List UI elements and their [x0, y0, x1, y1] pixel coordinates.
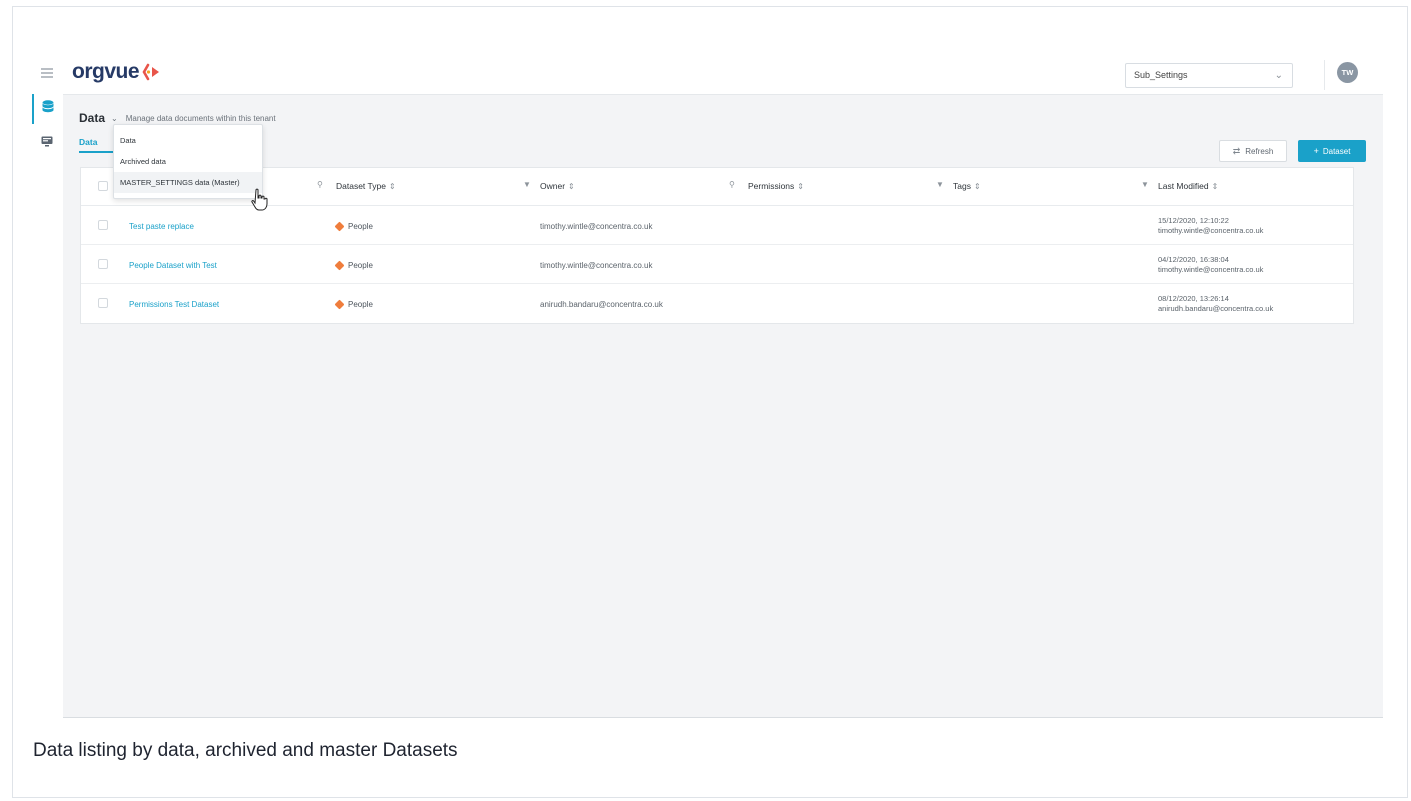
- table-header: ⚲ Dataset Type ⇕ ▼ Owner ⇕ ⚲ Permissions ⇕ …: [81, 168, 1353, 206]
- add-dataset-button[interactable]: + Dataset: [1298, 140, 1366, 162]
- modified-by: timothy.wintle@concentra.co.uk: [1158, 226, 1264, 235]
- left-rail: [32, 94, 62, 719]
- database-icon: [42, 100, 54, 118]
- header-dataset-type[interactable]: Dataset Type ⇕: [336, 181, 396, 191]
- add-dataset-label: Dataset: [1322, 146, 1351, 156]
- tenant-select-value: Sub_Settings: [1134, 70, 1188, 80]
- owner-cell: timothy.wintle@concentra.co.uk: [540, 222, 653, 231]
- chevron-down-icon[interactable]: ⌄: [111, 114, 118, 123]
- dataset-type-cell: People: [334, 260, 373, 271]
- dataset-type-label: People: [348, 261, 373, 270]
- owner-cell: timothy.wintle@concentra.co.uk: [540, 261, 653, 270]
- modified-date: 08/12/2020, 13:26:14: [1158, 294, 1229, 303]
- logo-mark-icon: [142, 63, 162, 81]
- header-last-modified[interactable]: Last Modified ⇕: [1158, 181, 1218, 191]
- filter-icon[interactable]: ▼: [523, 180, 531, 189]
- logo-text: orgvue: [72, 60, 140, 83]
- sort-icon: ⇕: [568, 181, 575, 191]
- dataset-type-cell: People: [334, 221, 373, 232]
- chevron-down-icon: ⌄: [1274, 70, 1283, 81]
- dropdown-item-archived-data[interactable]: Archived data: [114, 151, 262, 172]
- hand-pointer-icon: [250, 188, 268, 217]
- filter-icon[interactable]: ▼: [936, 180, 944, 189]
- tenant-select[interactable]: Sub_Settings ⌄: [1125, 63, 1293, 88]
- header-last-modified-label: Last Modified: [1158, 181, 1209, 191]
- rail-item-dashboards[interactable]: [32, 128, 62, 158]
- table-row[interactable]: Permissions Test Dataset People anirudh.…: [81, 284, 1353, 323]
- user-avatar[interactable]: TW: [1337, 62, 1358, 83]
- people-type-icon: [334, 299, 345, 310]
- row-checkbox[interactable]: [98, 259, 108, 269]
- modified-date: 15/12/2020, 12:10:22: [1158, 216, 1229, 225]
- dataset-name-link[interactable]: Permissions Test Dataset: [129, 300, 219, 309]
- dropdown-item-data[interactable]: Data: [114, 130, 262, 151]
- filter-icon[interactable]: ▼: [1141, 180, 1149, 189]
- refresh-button[interactable]: ⇄ Refresh: [1219, 140, 1287, 162]
- dataset-type-label: People: [348, 222, 373, 231]
- header-owner-label: Owner: [540, 181, 566, 191]
- search-icon[interactable]: ⚲: [317, 180, 323, 189]
- select-all-checkbox[interactable]: [98, 181, 108, 191]
- header-tags[interactable]: Tags ⇕: [953, 181, 981, 191]
- orgvue-logo[interactable]: orgvue: [72, 60, 162, 84]
- page-title[interactable]: Data: [79, 111, 105, 125]
- menu-icon[interactable]: [41, 68, 53, 78]
- header-permissions-label: Permissions: [748, 181, 795, 191]
- dataset-name-link[interactable]: People Dataset with Test: [129, 261, 217, 270]
- refresh-label: Refresh: [1245, 146, 1274, 156]
- modified-by: timothy.wintle@concentra.co.uk: [1158, 265, 1264, 274]
- sort-icon: ⇕: [388, 181, 396, 191]
- page-header: Data ⌄ Manage data documents within this…: [79, 111, 276, 125]
- monitor-icon: [41, 134, 53, 152]
- dataset-type-label: People: [348, 300, 373, 309]
- header-owner[interactable]: Owner ⇕: [540, 181, 575, 191]
- header-dataset-type-label: Dataset Type: [336, 181, 386, 191]
- owner-cell: anirudh.bandaru@concentra.co.uk: [540, 300, 663, 309]
- rail-item-data[interactable]: [32, 94, 62, 124]
- modified-by: anirudh.bandaru@concentra.co.uk: [1158, 304, 1274, 313]
- data-view-dropdown: Data Archived data MASTER_SETTINGS data …: [113, 124, 263, 199]
- datasets-table: ⚲ Dataset Type ⇕ ▼ Owner ⇕ ⚲ Permissions ⇕ …: [80, 167, 1354, 324]
- plus-icon: +: [1313, 146, 1319, 156]
- header-permissions[interactable]: Permissions ⇕: [748, 181, 804, 191]
- table-row[interactable]: Test paste replace People timothy.wintle…: [81, 206, 1353, 245]
- row-checkbox[interactable]: [98, 220, 108, 230]
- last-modified-cell: 08/12/2020, 13:26:14 anirudh.bandaru@con…: [1158, 294, 1273, 314]
- divider: [1324, 60, 1325, 90]
- modified-date: 04/12/2020, 16:38:04: [1158, 255, 1229, 264]
- dropdown-item-master-settings[interactable]: MASTER_SETTINGS data (Master): [114, 172, 262, 193]
- page-subtitle: Manage data documents within this tenant: [125, 113, 276, 123]
- people-type-icon: [334, 260, 345, 271]
- sort-icon: ⇕: [973, 181, 981, 191]
- refresh-icon: ⇄: [1232, 145, 1241, 156]
- row-checkbox[interactable]: [98, 298, 108, 308]
- last-modified-cell: 15/12/2020, 12:10:22 timothy.wintle@conc…: [1158, 216, 1263, 236]
- sort-icon: ⇕: [797, 181, 804, 191]
- figure-caption: Data listing by data, archived and maste…: [33, 740, 458, 761]
- dataset-name-link[interactable]: Test paste replace: [129, 222, 194, 231]
- dataset-type-cell: People: [334, 299, 373, 310]
- header-tags-label: Tags: [953, 181, 971, 191]
- sort-icon: ⇕: [1211, 181, 1219, 191]
- last-modified-cell: 04/12/2020, 16:38:04 timothy.wintle@conc…: [1158, 255, 1263, 275]
- table-row[interactable]: People Dataset with Test People timothy.…: [81, 245, 1353, 284]
- top-bar: orgvue Sub_Settings ⌄ TW: [32, 58, 1382, 94]
- people-type-icon: [334, 221, 345, 232]
- search-icon[interactable]: ⚲: [729, 180, 735, 189]
